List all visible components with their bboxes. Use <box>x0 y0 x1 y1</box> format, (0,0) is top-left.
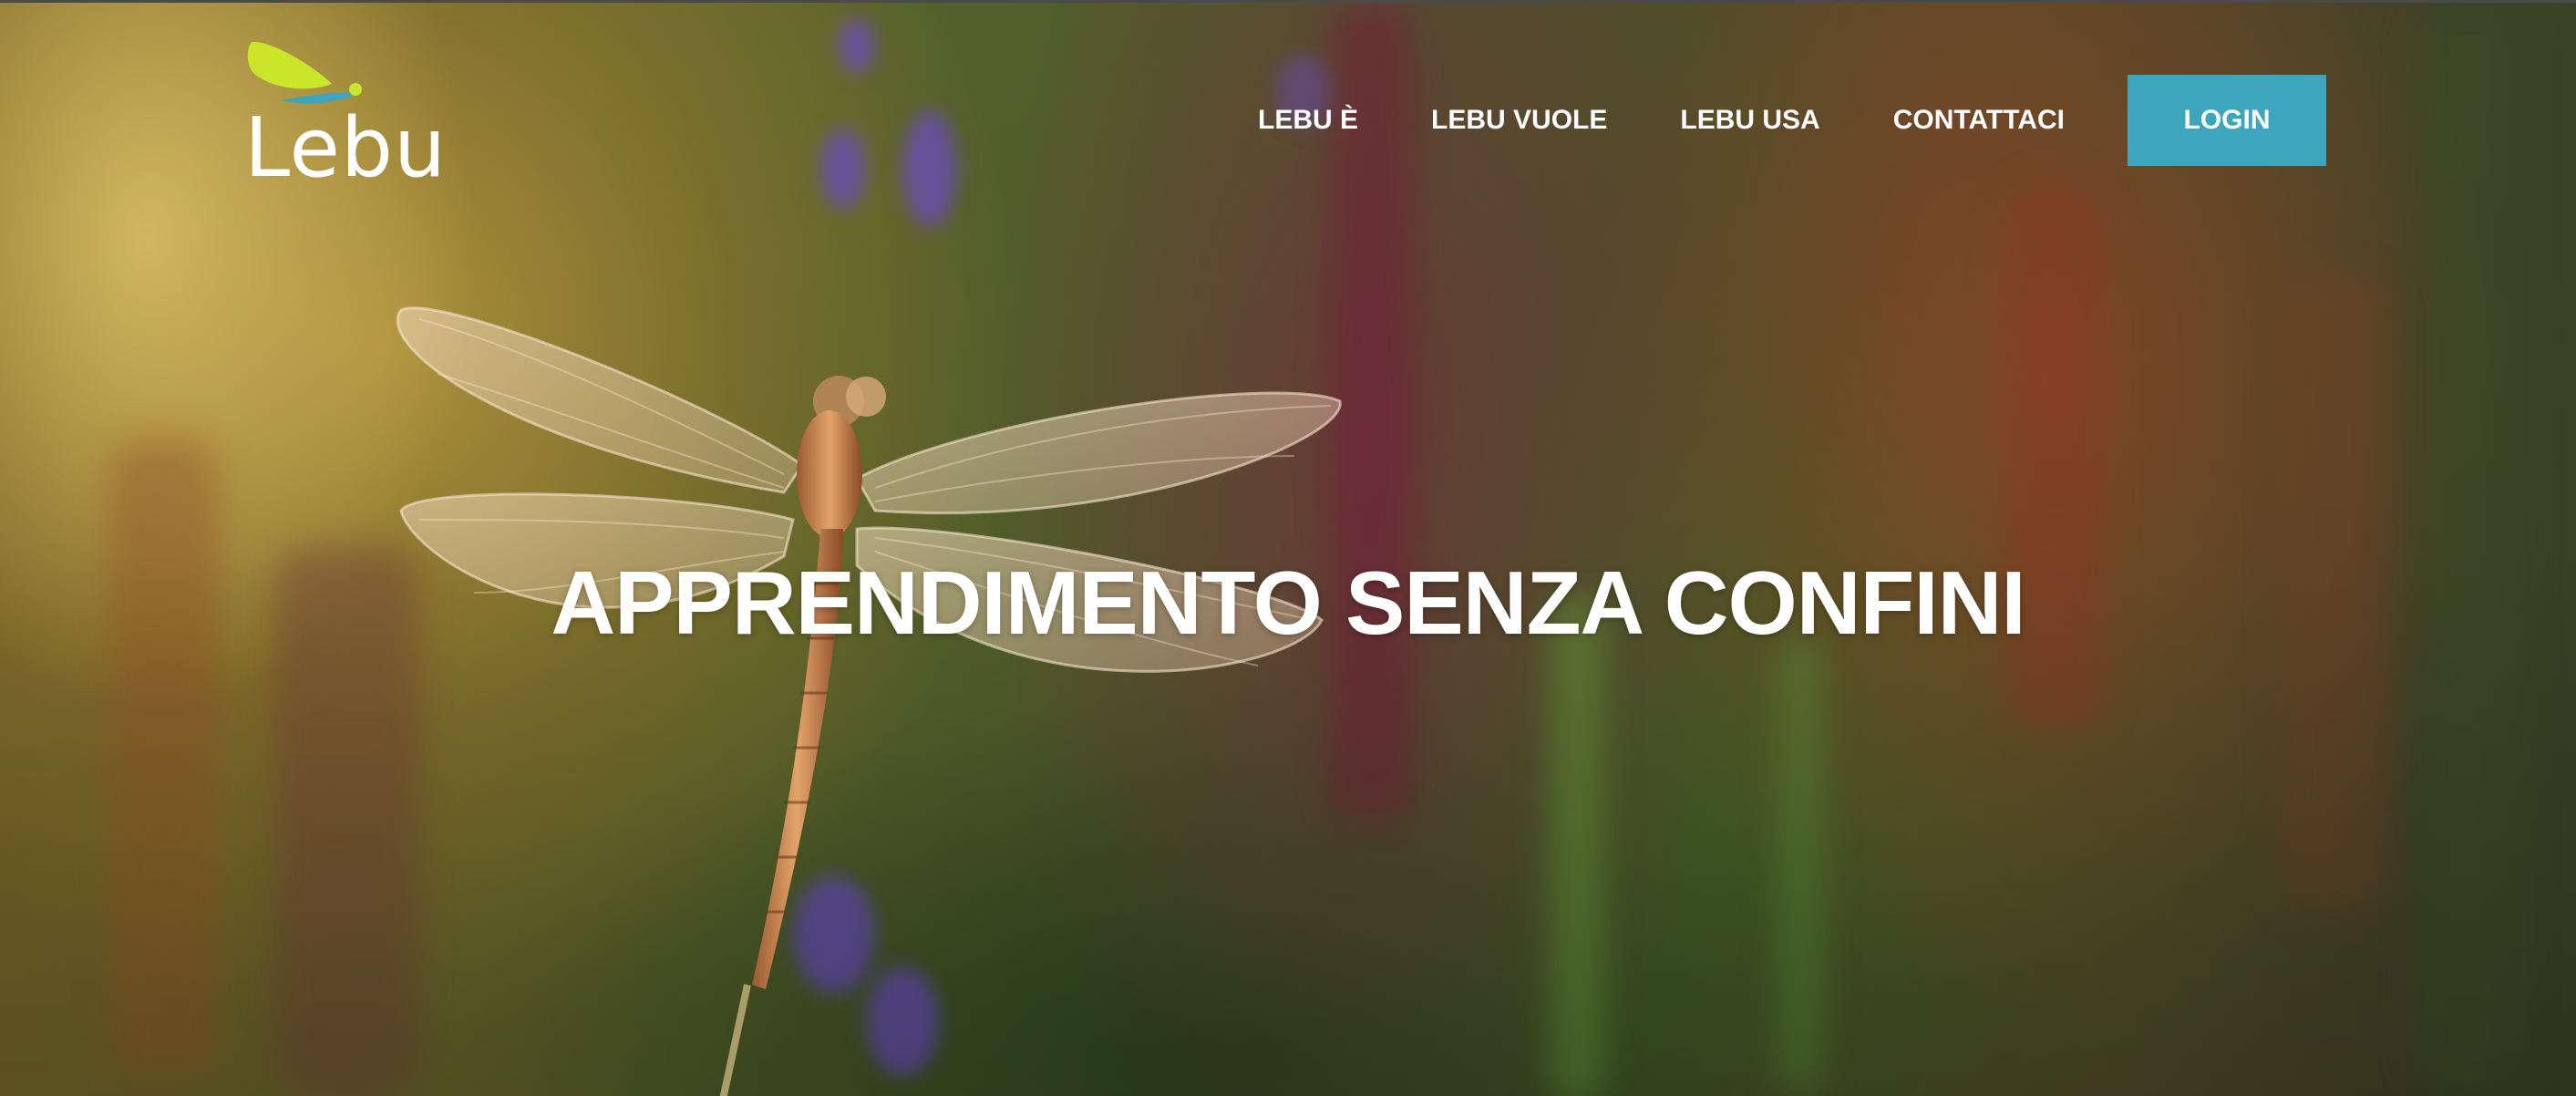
main-nav: LEBU È LEBU VUOLE LEBU USA CONTATTACI <box>1258 75 2138 166</box>
hero-headline: APPRENDIMENTO SENZA CONFINI <box>551 553 2025 653</box>
nav-item-lebu-usa[interactable]: LEBU USA <box>1680 105 1819 136</box>
nav-item-contattaci[interactable]: CONTATTACI <box>1893 105 2065 136</box>
nav-item-lebu-e[interactable]: LEBU È <box>1258 105 1358 136</box>
brand-name: Lebu <box>244 100 448 196</box>
login-button[interactable]: LOGIN <box>2128 75 2326 166</box>
dragonfly-photo <box>396 306 1342 1096</box>
top-border <box>0 0 2576 3</box>
brand-logo[interactable]: Lebu <box>244 36 448 196</box>
nav-item-lebu-vuole[interactable]: LEBU VUOLE <box>1431 105 1607 136</box>
